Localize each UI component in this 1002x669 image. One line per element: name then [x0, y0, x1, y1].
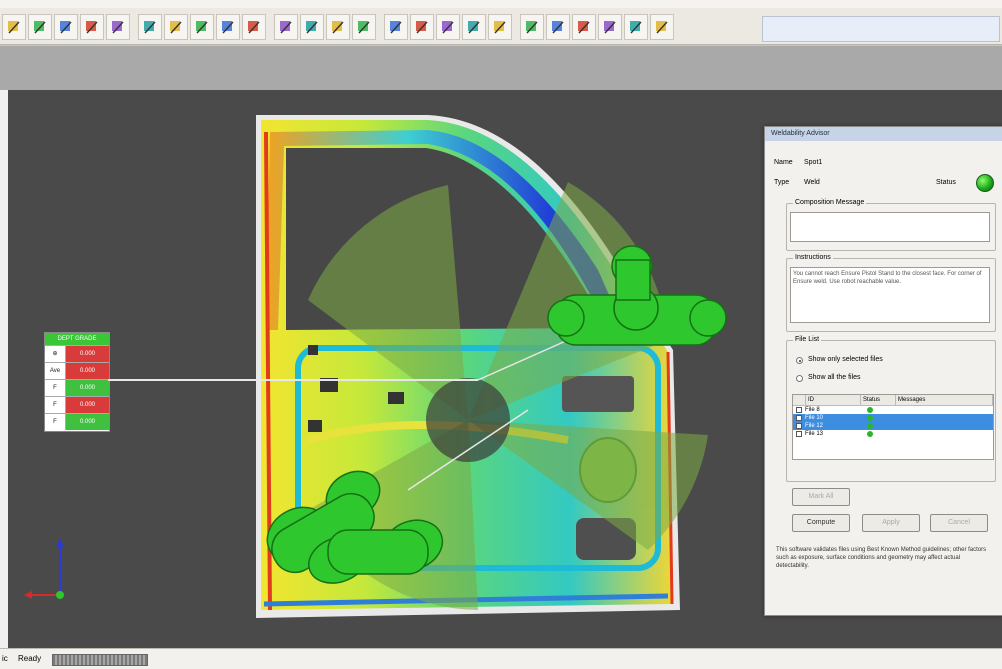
status-label-1: ic [2, 654, 8, 663]
row-checkbox[interactable] [796, 407, 802, 413]
name-label: Name [774, 159, 793, 166]
legend-value: 0.000 [66, 397, 109, 413]
legend-value: 0.000 [66, 414, 109, 430]
cube-icon[interactable] [80, 14, 104, 40]
lines-icon[interactable] [546, 14, 570, 40]
legend-value: 0.000 [66, 380, 109, 396]
toolbar-blank-field[interactable] [762, 16, 1000, 42]
row-status-icon [867, 423, 873, 429]
type-value: Weld [804, 179, 820, 186]
left-edge [0, 90, 8, 648]
secondary-toolbar-area [0, 45, 1002, 90]
legend-symbol: Ave [45, 363, 66, 379]
file-list-row[interactable]: File 8 [793, 406, 993, 414]
globe-icon[interactable] [572, 14, 596, 40]
measurement-legend: DEPT GRADE ⊕ 0.000 Ave 0.000 F 0.000 F 0.000 F 0.… [44, 332, 110, 432]
status-bar: ic Ready [0, 648, 1002, 669]
composition-label: Composition Message [793, 199, 867, 206]
legend-row: F 0.000 [45, 379, 109, 396]
monitor-icon[interactable] [650, 14, 674, 40]
apply-button[interactable]: Apply [862, 514, 920, 532]
chain-icon[interactable] [488, 14, 512, 40]
arrow-icon[interactable] [300, 14, 324, 40]
pen-icon[interactable] [384, 14, 408, 40]
legend-row: ⊕ 0.000 [45, 345, 109, 362]
legend-value: 0.000 [66, 363, 109, 379]
cursor-icon[interactable] [190, 14, 214, 40]
row-status-icon [867, 407, 873, 413]
row-id: File 8 [805, 407, 820, 413]
col-id[interactable]: ID [806, 395, 861, 405]
layers-icon[interactable] [352, 14, 376, 40]
row-checkbox[interactable] [796, 431, 802, 437]
name-value: Spot1 [804, 159, 823, 166]
status-indicator-icon [976, 174, 994, 192]
legend-symbol: F [45, 380, 66, 396]
col-check [793, 395, 806, 405]
sphere-icon[interactable] [598, 14, 622, 40]
row-id: File 10 [805, 415, 824, 421]
legend-symbol: ⊕ [45, 346, 66, 362]
dialog-title[interactable]: Weldability Advisor [765, 127, 1002, 141]
radio-show-all[interactable] [796, 375, 803, 382]
flag-icon[interactable] [520, 14, 544, 40]
file-list-row[interactable]: File 12 [793, 422, 993, 430]
file-list-row[interactable]: File 13 [793, 430, 993, 438]
composition-message-box[interactable] [790, 212, 990, 242]
legend-symbol: F [45, 397, 66, 413]
camera-icon[interactable] [624, 14, 648, 40]
filelist-label: File List [793, 336, 822, 343]
legend-row: F 0.000 [45, 396, 109, 413]
scale-icon[interactable] [462, 14, 486, 40]
arrow-up-icon[interactable] [410, 14, 434, 40]
toolbar-buttons [2, 14, 674, 42]
folder-icon[interactable] [28, 14, 52, 40]
radio-show-selected-label: Show only selected files [808, 356, 883, 363]
legend-row: Ave 0.000 [45, 362, 109, 379]
radio-show-selected[interactable] [796, 357, 803, 364]
progress-bar [52, 654, 148, 666]
align-icon[interactable] [274, 14, 298, 40]
dialog-footer-note: This software validates files using Best… [776, 547, 987, 569]
legend-row: F 0.000 [45, 413, 109, 430]
type-label: Type [774, 179, 790, 186]
cancel-button[interactable]: Cancel [930, 514, 988, 532]
compute-button[interactable]: Compute [792, 514, 850, 532]
probe-icon[interactable] [2, 14, 26, 40]
leader-line [108, 379, 408, 381]
col-status[interactable]: Status [861, 395, 896, 405]
point-icon[interactable] [216, 14, 240, 40]
move-icon[interactable] [436, 14, 460, 40]
file-list[interactable]: ID Status Messages File 8 File 10 File 12 F… [792, 394, 994, 460]
grid-icon[interactable] [54, 14, 78, 40]
instructions-box[interactable]: You cannot reach Ensure Pistol Stand to … [790, 267, 990, 323]
axis-triad-icon [24, 538, 64, 599]
mark-all-button[interactable]: Mark All [792, 488, 850, 506]
menu-strip [0, 0, 1002, 8]
wand-icon[interactable] [106, 14, 130, 40]
row-status-icon [867, 431, 873, 437]
file-list-header: ID Status Messages [793, 395, 993, 406]
palette-icon[interactable] [164, 14, 188, 40]
legend-value: 0.000 [66, 346, 109, 362]
file-list-row[interactable]: File 10 [793, 414, 993, 422]
row-id: File 12 [805, 423, 824, 429]
status-label-2: Ready [18, 654, 42, 663]
row-id: File 13 [805, 431, 824, 437]
row-status-icon [867, 415, 873, 421]
axis-icon[interactable] [138, 14, 162, 40]
network-icon[interactable] [326, 14, 350, 40]
row-checkbox[interactable] [796, 415, 802, 421]
status-label: Status [936, 179, 956, 186]
col-messages[interactable]: Messages [896, 395, 993, 405]
legend-header: DEPT GRADE [45, 333, 109, 345]
legend-symbol: F [45, 414, 66, 430]
main-toolbar [0, 0, 1002, 45]
measure-icon[interactable] [242, 14, 266, 40]
radio-show-all-label: Show all the files [808, 374, 861, 381]
row-checkbox[interactable] [796, 423, 802, 429]
instructions-label: Instructions [793, 254, 833, 261]
